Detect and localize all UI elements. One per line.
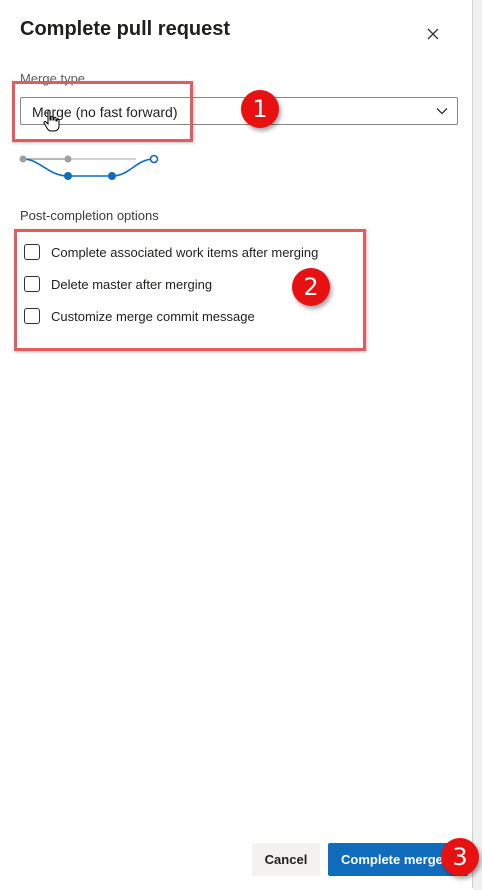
- merge-graph-icon: [19, 154, 159, 180]
- dialog-title: Complete pull request: [20, 18, 231, 40]
- close-button[interactable]: [423, 24, 443, 44]
- window-edge: [473, 0, 482, 890]
- annotation-badge-1: 1: [241, 90, 279, 128]
- close-icon: [427, 28, 439, 40]
- chevron-down-icon: [436, 108, 448, 115]
- annotation-badge-2: 2: [292, 268, 330, 306]
- cancel-button[interactable]: Cancel: [252, 843, 320, 876]
- post-completion-options-label: Post-completion options: [20, 208, 159, 223]
- annotation-box-merge-type: [12, 81, 193, 142]
- annotation-badge-3: 3: [441, 838, 479, 876]
